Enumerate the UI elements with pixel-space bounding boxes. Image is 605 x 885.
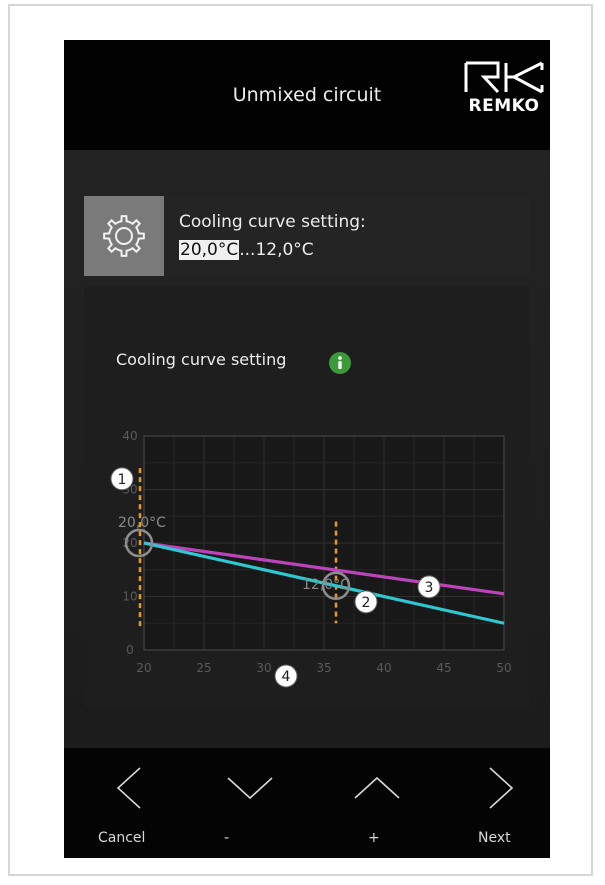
device-screen: Unmixed circuit REMKO Cooling curve sett…: [64, 40, 550, 858]
chevron-down-icon: [227, 777, 273, 800]
callout-marker-label-2: 2: [362, 595, 371, 611]
footer-bar: Cancel - + Next: [64, 748, 550, 858]
y-tick-label: 0: [126, 643, 134, 657]
cancel-label: Cancel: [98, 830, 146, 846]
setpoint-label-1: 20,0°C: [118, 515, 166, 531]
chevron-up-icon: [354, 776, 400, 799]
y-tick-label: 40: [122, 429, 137, 443]
x-tick-label: 50: [496, 661, 511, 675]
x-tick-label: 45: [436, 661, 451, 675]
next-label: Next: [478, 830, 511, 846]
x-tick-label: 40: [376, 661, 391, 675]
callout-marker-label-4: 4: [282, 669, 291, 685]
chevron-left-icon: [116, 767, 141, 809]
cooling-curve-chart: 20 25 30 35 40 45 5001020304020,0°C12,0°C1234: [110, 429, 512, 688]
minus-button[interactable]: -: [186, 748, 308, 858]
x-tick-label: 35: [316, 661, 331, 675]
y-tick-label: 20: [122, 536, 137, 550]
callout-marker-label-1: 1: [118, 472, 127, 488]
minus-label: -: [224, 830, 230, 846]
cancel-button[interactable]: Cancel: [64, 748, 186, 858]
x-tick-label: 25: [196, 661, 211, 675]
plus-label: +: [368, 830, 380, 846]
x-tick-label: 30: [256, 661, 271, 675]
plus-button[interactable]: +: [308, 748, 430, 858]
y-tick-label: 10: [122, 590, 137, 604]
callout-marker-label-3: 3: [425, 580, 434, 596]
chevron-right-icon: [489, 767, 514, 809]
x-tick-label: 20: [136, 661, 151, 675]
next-button[interactable]: Next: [430, 748, 550, 858]
